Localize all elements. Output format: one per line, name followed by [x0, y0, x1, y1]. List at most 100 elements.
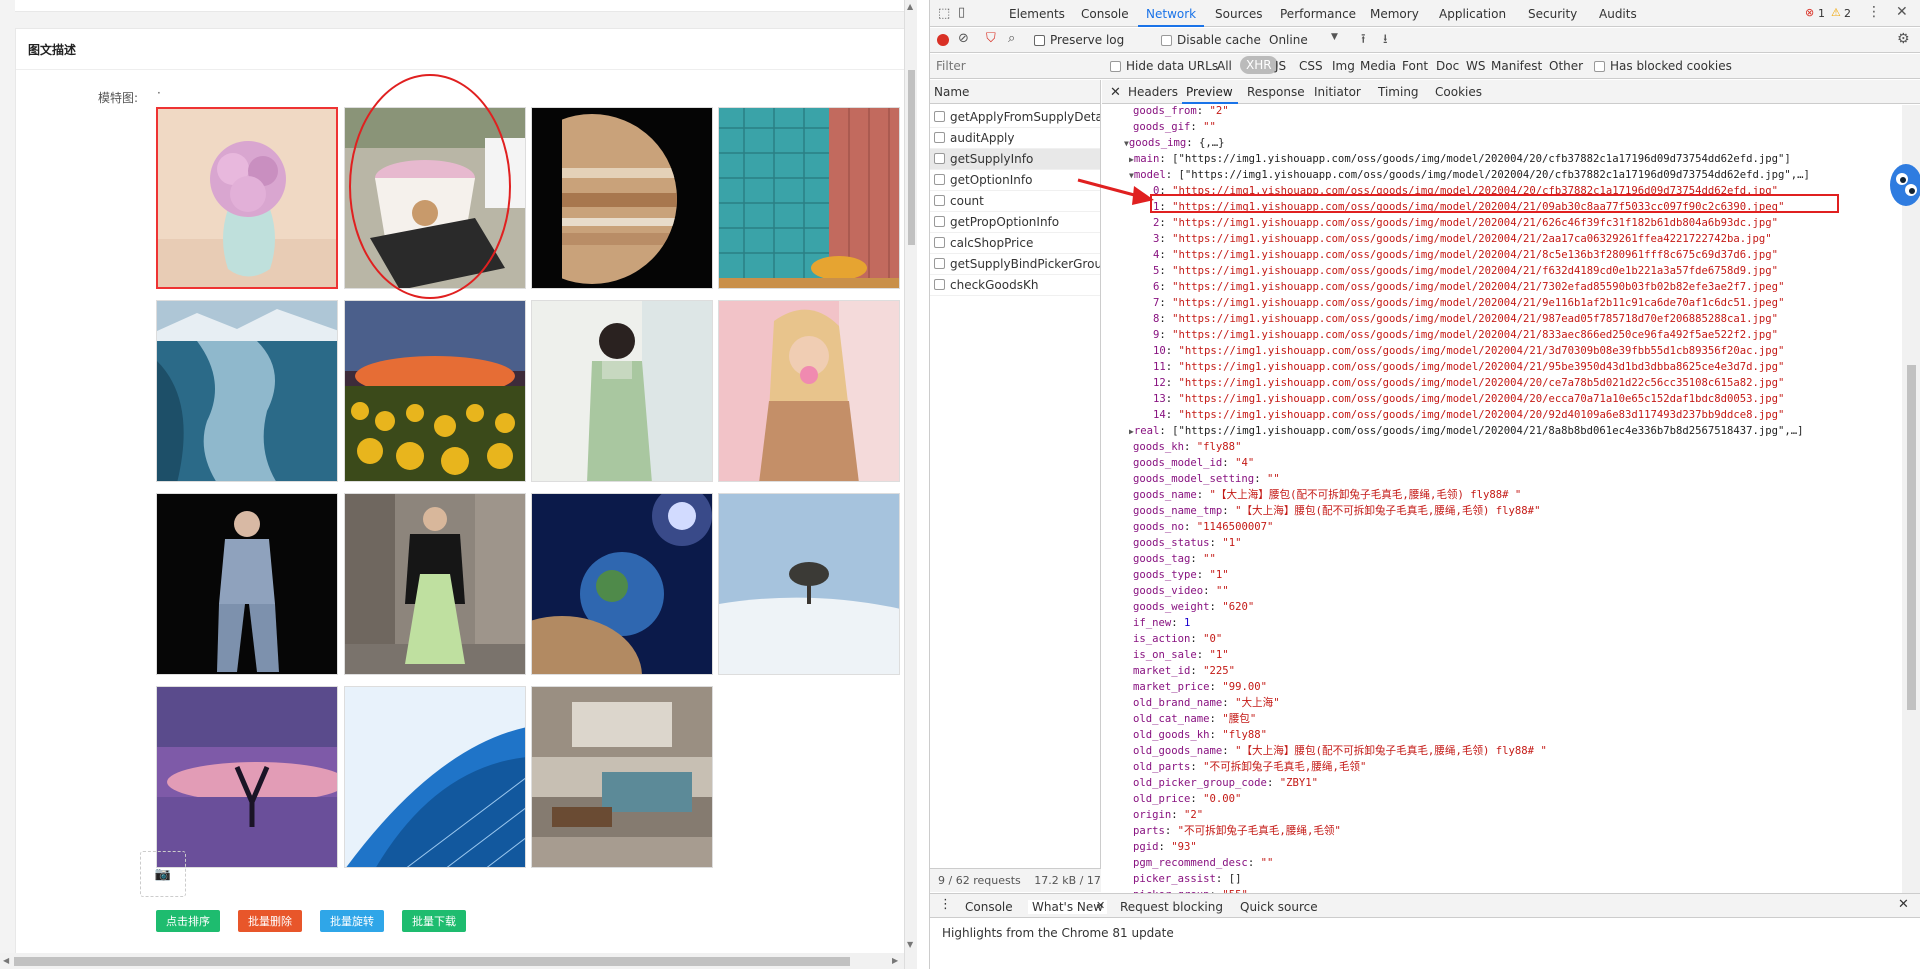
image-thumb-woman-bubblegum[interactable] — [718, 300, 900, 482]
scroll-thumb[interactable] — [908, 70, 915, 245]
type-font[interactable]: Font — [1402, 59, 1428, 73]
tab-performance[interactable]: Performance — [1280, 7, 1356, 21]
tab-cookies[interactable]: Cookies — [1435, 85, 1482, 99]
type-js[interactable]: JS — [1275, 59, 1286, 73]
batch-download-button[interactable]: 批量下载 — [402, 910, 466, 932]
preview-scrollbar[interactable] — [1902, 105, 1920, 893]
disable-cache-checkbox[interactable] — [1161, 34, 1172, 48]
type-css[interactable]: CSS — [1299, 59, 1323, 73]
export-har-icon[interactable]: ⭳ — [1383, 30, 1388, 52]
type-all[interactable]: All — [1217, 59, 1232, 73]
scroll-right-icon[interactable]: ▶ — [892, 956, 898, 965]
hscroll-thumb[interactable] — [14, 957, 850, 966]
drawer-menu-icon[interactable]: ⋮ — [939, 897, 952, 912]
type-manifest[interactable]: Manifest — [1491, 59, 1542, 73]
scroll-up-icon[interactable]: ▲ — [907, 2, 913, 11]
clear-icon[interactable]: ⊘ — [958, 31, 969, 46]
request-row[interactable]: auditApply — [930, 128, 1100, 149]
warning-count[interactable]: 2 — [1844, 7, 1851, 20]
tab-memory[interactable]: Memory — [1370, 7, 1419, 21]
type-ws[interactable]: WS — [1466, 59, 1485, 73]
request-row[interactable]: calcShopPrice — [930, 233, 1100, 254]
type-media[interactable]: Media — [1360, 59, 1396, 73]
json-line[interactable]: ▶real: ["https://img1.yishouapp.com/oss/… — [1129, 423, 1804, 440]
json-line[interactable]: ▼goods_img: {,…} — [1124, 135, 1225, 152]
tab-application[interactable]: Application — [1439, 7, 1506, 21]
request-row-selected[interactable]: getSupplyInfo — [930, 149, 1100, 170]
json-value: "https://img1.yishouapp.com/oss/goods/im… — [1178, 377, 1785, 389]
type-other[interactable]: Other — [1549, 59, 1583, 73]
image-thumb-glacier[interactable] — [156, 300, 338, 482]
request-row[interactable]: count — [930, 191, 1100, 212]
close-detail-icon[interactable]: ✕ — [1110, 85, 1121, 100]
horizontal-scrollbar[interactable]: ◀ ▶ — [0, 953, 904, 969]
image-thumb-woman-suit[interactable] — [156, 493, 338, 675]
image-thumb-jupiter[interactable] — [531, 107, 713, 289]
image-thumb-living-room[interactable] — [531, 686, 713, 868]
request-row[interactable]: getOptionInfo — [930, 170, 1100, 191]
throttle-select[interactable]: Online — [1269, 33, 1308, 47]
image-thumb-blue-architecture[interactable] — [344, 686, 526, 868]
tab-console[interactable]: Console — [1081, 7, 1129, 21]
image-thumb-woman-street[interactable] — [344, 493, 526, 675]
close-whats-new-icon[interactable]: ✕ — [1096, 899, 1105, 912]
tab-audits[interactable]: Audits — [1599, 7, 1637, 21]
hide-data-urls-checkbox[interactable] — [1110, 60, 1121, 74]
throttle-dropdown-icon[interactable]: ▼ — [1331, 32, 1338, 42]
tab-preview[interactable]: Preview — [1186, 85, 1233, 99]
error-count[interactable]: 1 — [1818, 7, 1825, 20]
request-row[interactable]: getPropOptionInfo — [930, 212, 1100, 233]
tab-elements[interactable]: Elements — [1009, 7, 1065, 21]
inspect-icon[interactable]: ⬚ — [938, 6, 950, 21]
json-line[interactable]: ▼model: ["https://img1.yishouapp.com/oss… — [1129, 167, 1810, 184]
image-thumb-building[interactable] — [718, 107, 900, 289]
model-image-label: 模特图: — [98, 91, 139, 105]
image-thumb-woman-green[interactable] — [531, 300, 713, 482]
tab-timing[interactable]: Timing — [1378, 85, 1419, 99]
filter-input[interactable] — [932, 56, 1092, 76]
image-thumb-yoga-sunset[interactable] — [156, 686, 338, 868]
request-row[interactable]: getSupplyBindPickerGroup — [930, 254, 1100, 275]
more-menu-icon[interactable]: ⋮ — [1867, 4, 1881, 20]
tab-response[interactable]: Response — [1247, 85, 1305, 99]
preserve-log-checkbox[interactable] — [1034, 34, 1045, 48]
record-icon[interactable] — [937, 34, 949, 46]
batch-rotate-button[interactable]: 批量旋转 — [320, 910, 384, 932]
image-thumb-sunflowers[interactable] — [344, 300, 526, 482]
drawer-tab-request-blocking[interactable]: Request blocking — [1120, 900, 1223, 914]
close-drawer-icon[interactable]: ✕ — [1898, 897, 1909, 912]
upload-button[interactable]: 📷 — [140, 851, 186, 897]
vertical-scrollbar[interactable]: ▲ ▼ — [904, 0, 917, 969]
device-toolbar-icon[interactable]: ▯ — [958, 5, 965, 20]
close-devtools-icon[interactable]: ✕ — [1896, 4, 1908, 20]
request-row[interactable]: getApplyFromSupplyDetail — [930, 107, 1100, 128]
request-row[interactable]: checkGoodsKh — [930, 275, 1100, 296]
image-thumb-flower-vase[interactable] — [156, 107, 338, 289]
import-har-icon[interactable]: ⭱ — [1361, 30, 1366, 52]
blocked-cookies-checkbox[interactable] — [1594, 60, 1605, 74]
error-icon[interactable]: ⊗ — [1805, 6, 1814, 19]
warning-icon[interactable]: ⚠ — [1831, 6, 1841, 19]
sort-button[interactable]: 点击排序 — [156, 910, 220, 932]
tab-headers[interactable]: Headers — [1128, 85, 1178, 99]
image-thumb-planet-space[interactable] — [531, 493, 713, 675]
tab-sources[interactable]: Sources — [1215, 7, 1262, 21]
scroll-down-icon[interactable]: ▼ — [907, 940, 913, 949]
image-thumb-snow-tree[interactable] — [718, 493, 900, 675]
tab-initiator[interactable]: Initiator — [1314, 85, 1361, 99]
batch-delete-button[interactable]: 批量删除 — [238, 910, 302, 932]
tab-security[interactable]: Security — [1528, 7, 1577, 21]
filter-icon[interactable]: ⛉ — [986, 31, 996, 46]
network-settings-icon[interactable]: ⚙ — [1897, 31, 1910, 47]
type-img[interactable]: Img — [1332, 59, 1355, 73]
json-line[interactable]: ▶main: ["https://img1.yishouapp.com/oss/… — [1129, 151, 1791, 168]
drawer-tab-console[interactable]: Console — [965, 900, 1013, 914]
type-doc[interactable]: Doc — [1436, 59, 1459, 73]
search-icon[interactable]: ⌕ — [1008, 31, 1015, 46]
type-xhr[interactable]: XHR — [1240, 56, 1278, 74]
name-column-header[interactable]: Name — [930, 80, 1100, 104]
drawer-tab-quick-source[interactable]: Quick source — [1240, 900, 1318, 914]
tab-network[interactable]: Network — [1146, 7, 1196, 21]
scroll-left-icon[interactable]: ◀ — [3, 956, 9, 965]
preview-scroll-thumb[interactable] — [1907, 365, 1916, 710]
